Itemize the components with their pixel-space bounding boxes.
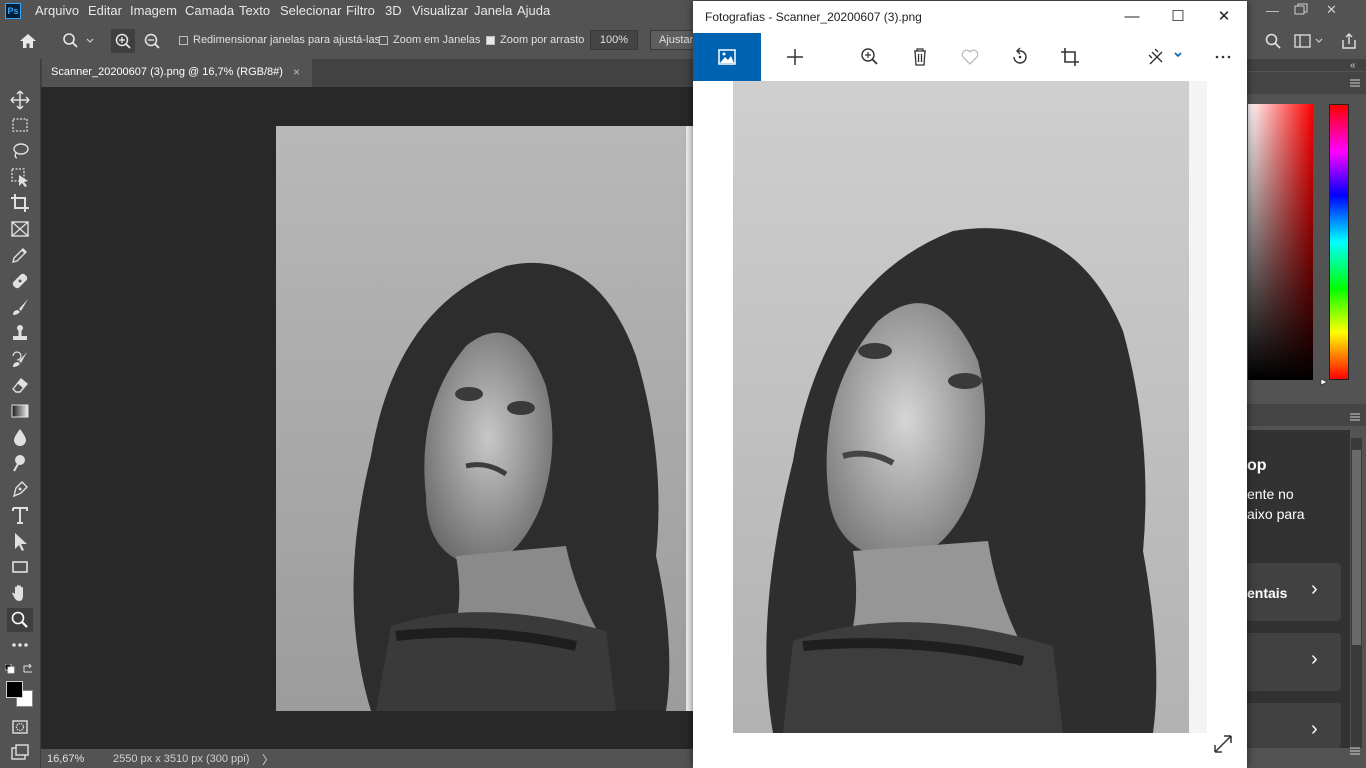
menu-filtro[interactable]: Filtro (346, 3, 375, 18)
menu-arquivo[interactable]: Arquivo (35, 3, 79, 18)
menu-ajuda[interactable]: Ajuda (517, 3, 550, 18)
marquee-tool-icon[interactable] (9, 114, 31, 136)
eraser-tool-icon[interactable] (9, 374, 31, 396)
panel-collapse-bar (1247, 59, 1366, 71)
resize-windows-checkbox[interactable] (179, 36, 188, 45)
status-doc-size: 2550 px x 3510 px (300 ppi) (113, 753, 250, 765)
crop-icon[interactable] (1055, 42, 1085, 72)
photos-window-title: Fotografias - Scanner_20200607 (3).png (705, 10, 922, 24)
workspace-switcher-icon[interactable] (1294, 33, 1326, 49)
menu-texto[interactable]: Texto (239, 3, 270, 18)
learn-card-3[interactable] (1247, 703, 1341, 748)
delete-icon[interactable] (905, 42, 935, 72)
clone-stamp-tool-icon[interactable] (9, 322, 31, 344)
crop-tool-icon[interactable] (9, 192, 31, 214)
scrubby-zoom-label: Zoom por arrasto (500, 34, 585, 46)
eyedropper-tool-icon[interactable] (9, 244, 31, 266)
document-tab-label: Scanner_20200607 (3).png @ 16,7% (RGB/8#… (51, 66, 283, 78)
menu-imagem[interactable]: Imagem (130, 3, 177, 18)
rectangle-tool-icon[interactable] (9, 556, 31, 578)
zoom-in-mode-icon[interactable] (111, 29, 135, 53)
hue-slider[interactable] (1329, 104, 1349, 380)
document-tab-close-button[interactable]: × (293, 65, 300, 79)
zoom-tool-preset-icon[interactable] (60, 31, 96, 51)
learn-card-2[interactable] (1247, 633, 1341, 691)
dodge-tool-icon[interactable] (9, 452, 31, 474)
share-icon[interactable] (1340, 32, 1358, 50)
menu-janela[interactable]: Janela (474, 3, 512, 18)
menu-editar[interactable]: Editar (88, 3, 122, 18)
view-icon (718, 49, 736, 65)
swap-colors-icon[interactable] (22, 663, 34, 675)
color-picker-field[interactable] (1248, 104, 1313, 380)
more-icon[interactable] (1208, 42, 1238, 72)
canvas-paper-edge (686, 126, 693, 711)
learn-panel-menu-icon[interactable] (1350, 411, 1360, 421)
favorite-icon[interactable] (955, 42, 985, 72)
home-icon[interactable] (17, 31, 39, 51)
gradient-tool-icon[interactable] (9, 400, 31, 422)
frame-tool-icon[interactable] (9, 218, 31, 240)
zoom-all-windows-label: Zoom em Janelas (393, 34, 481, 46)
collapse-panels-icon[interactable]: « (1350, 60, 1356, 71)
panel-bottom-menu-icon[interactable] (1350, 745, 1360, 755)
learn-text-line-2: aixo para (1247, 506, 1305, 522)
healing-brush-tool-icon[interactable] (9, 270, 31, 292)
menu-selecionar[interactable]: Selecionar (280, 3, 341, 18)
zoom-in-icon[interactable] (855, 42, 885, 72)
status-menu-arrow[interactable]: 〉 (262, 751, 274, 768)
chevron-right-icon: › (1311, 578, 1318, 600)
menu-3d[interactable]: 3D (385, 3, 402, 18)
screen-mode-icon[interactable] (9, 742, 31, 764)
quick-mask-icon[interactable] (9, 716, 31, 738)
photos-maximize-button[interactable]: ☐ (1155, 1, 1201, 33)
zoom-value-field[interactable]: 100% (590, 30, 638, 50)
color-panel-header (1247, 72, 1366, 94)
object-select-tool-icon[interactable] (9, 166, 31, 188)
rotate-icon[interactable] (1005, 42, 1035, 72)
photo-view-image[interactable] (733, 81, 1207, 733)
color-panel-menu-icon[interactable] (1350, 77, 1360, 87)
resize-windows-label: Redimensionar janelas para ajustá-las (193, 34, 381, 46)
lasso-tool-icon[interactable] (9, 140, 31, 162)
foreground-color-swatch[interactable] (6, 681, 23, 698)
add-icon[interactable] (780, 42, 810, 72)
chevron-right-icon: › (1311, 718, 1318, 740)
learn-panel-scroll-thumb[interactable] (1352, 450, 1361, 645)
learn-panel-header (1247, 404, 1366, 426)
edit-icon[interactable] (1142, 42, 1188, 72)
menu-camada[interactable]: Camada (185, 3, 234, 18)
photos-minimize-button[interactable]: — (1109, 1, 1155, 33)
blur-tool-icon[interactable] (9, 426, 31, 448)
learn-text-line-1: ente no (1247, 486, 1294, 502)
hue-slider-handle-icon[interactable] (1320, 375, 1328, 386)
expand-icon[interactable] (1210, 731, 1236, 757)
move-tool-icon[interactable] (9, 89, 31, 111)
zoom-all-windows-checkbox[interactable] (379, 36, 388, 45)
pen-tool-icon[interactable] (9, 478, 31, 500)
view-photo-button[interactable] (693, 33, 761, 81)
learn-title: op (1247, 457, 1267, 474)
type-tool-icon[interactable] (9, 504, 31, 526)
default-colors-icon[interactable] (4, 663, 15, 674)
chevron-right-icon: › (1311, 648, 1318, 670)
scrubby-zoom-checkbox[interactable] (486, 36, 495, 45)
more-tools-icon[interactable] (9, 634, 31, 656)
history-brush-tool-icon[interactable] (9, 348, 31, 370)
ps-logo: Ps (5, 3, 21, 19)
menu-visualizar[interactable]: Visualizar (412, 3, 468, 18)
status-zoom-value[interactable]: 16,67% (47, 753, 84, 765)
learn-card-fundamentals-label: entais (1247, 585, 1288, 601)
zoom-tool-icon[interactable] (7, 608, 33, 632)
document-canvas-image (276, 126, 686, 711)
app-restore-button[interactable] (1294, 3, 1312, 19)
app-close-button[interactable]: ✕ (1326, 2, 1344, 18)
brush-tool-icon[interactable] (9, 296, 31, 318)
path-select-tool-icon[interactable] (9, 530, 31, 552)
zoom-out-mode-icon[interactable] (140, 29, 164, 53)
search-icon[interactable] (1264, 32, 1282, 50)
photos-close-button[interactable]: ✕ (1201, 1, 1247, 33)
hand-tool-icon[interactable] (9, 582, 31, 604)
app-minimize-button[interactable]: — (1266, 3, 1284, 19)
